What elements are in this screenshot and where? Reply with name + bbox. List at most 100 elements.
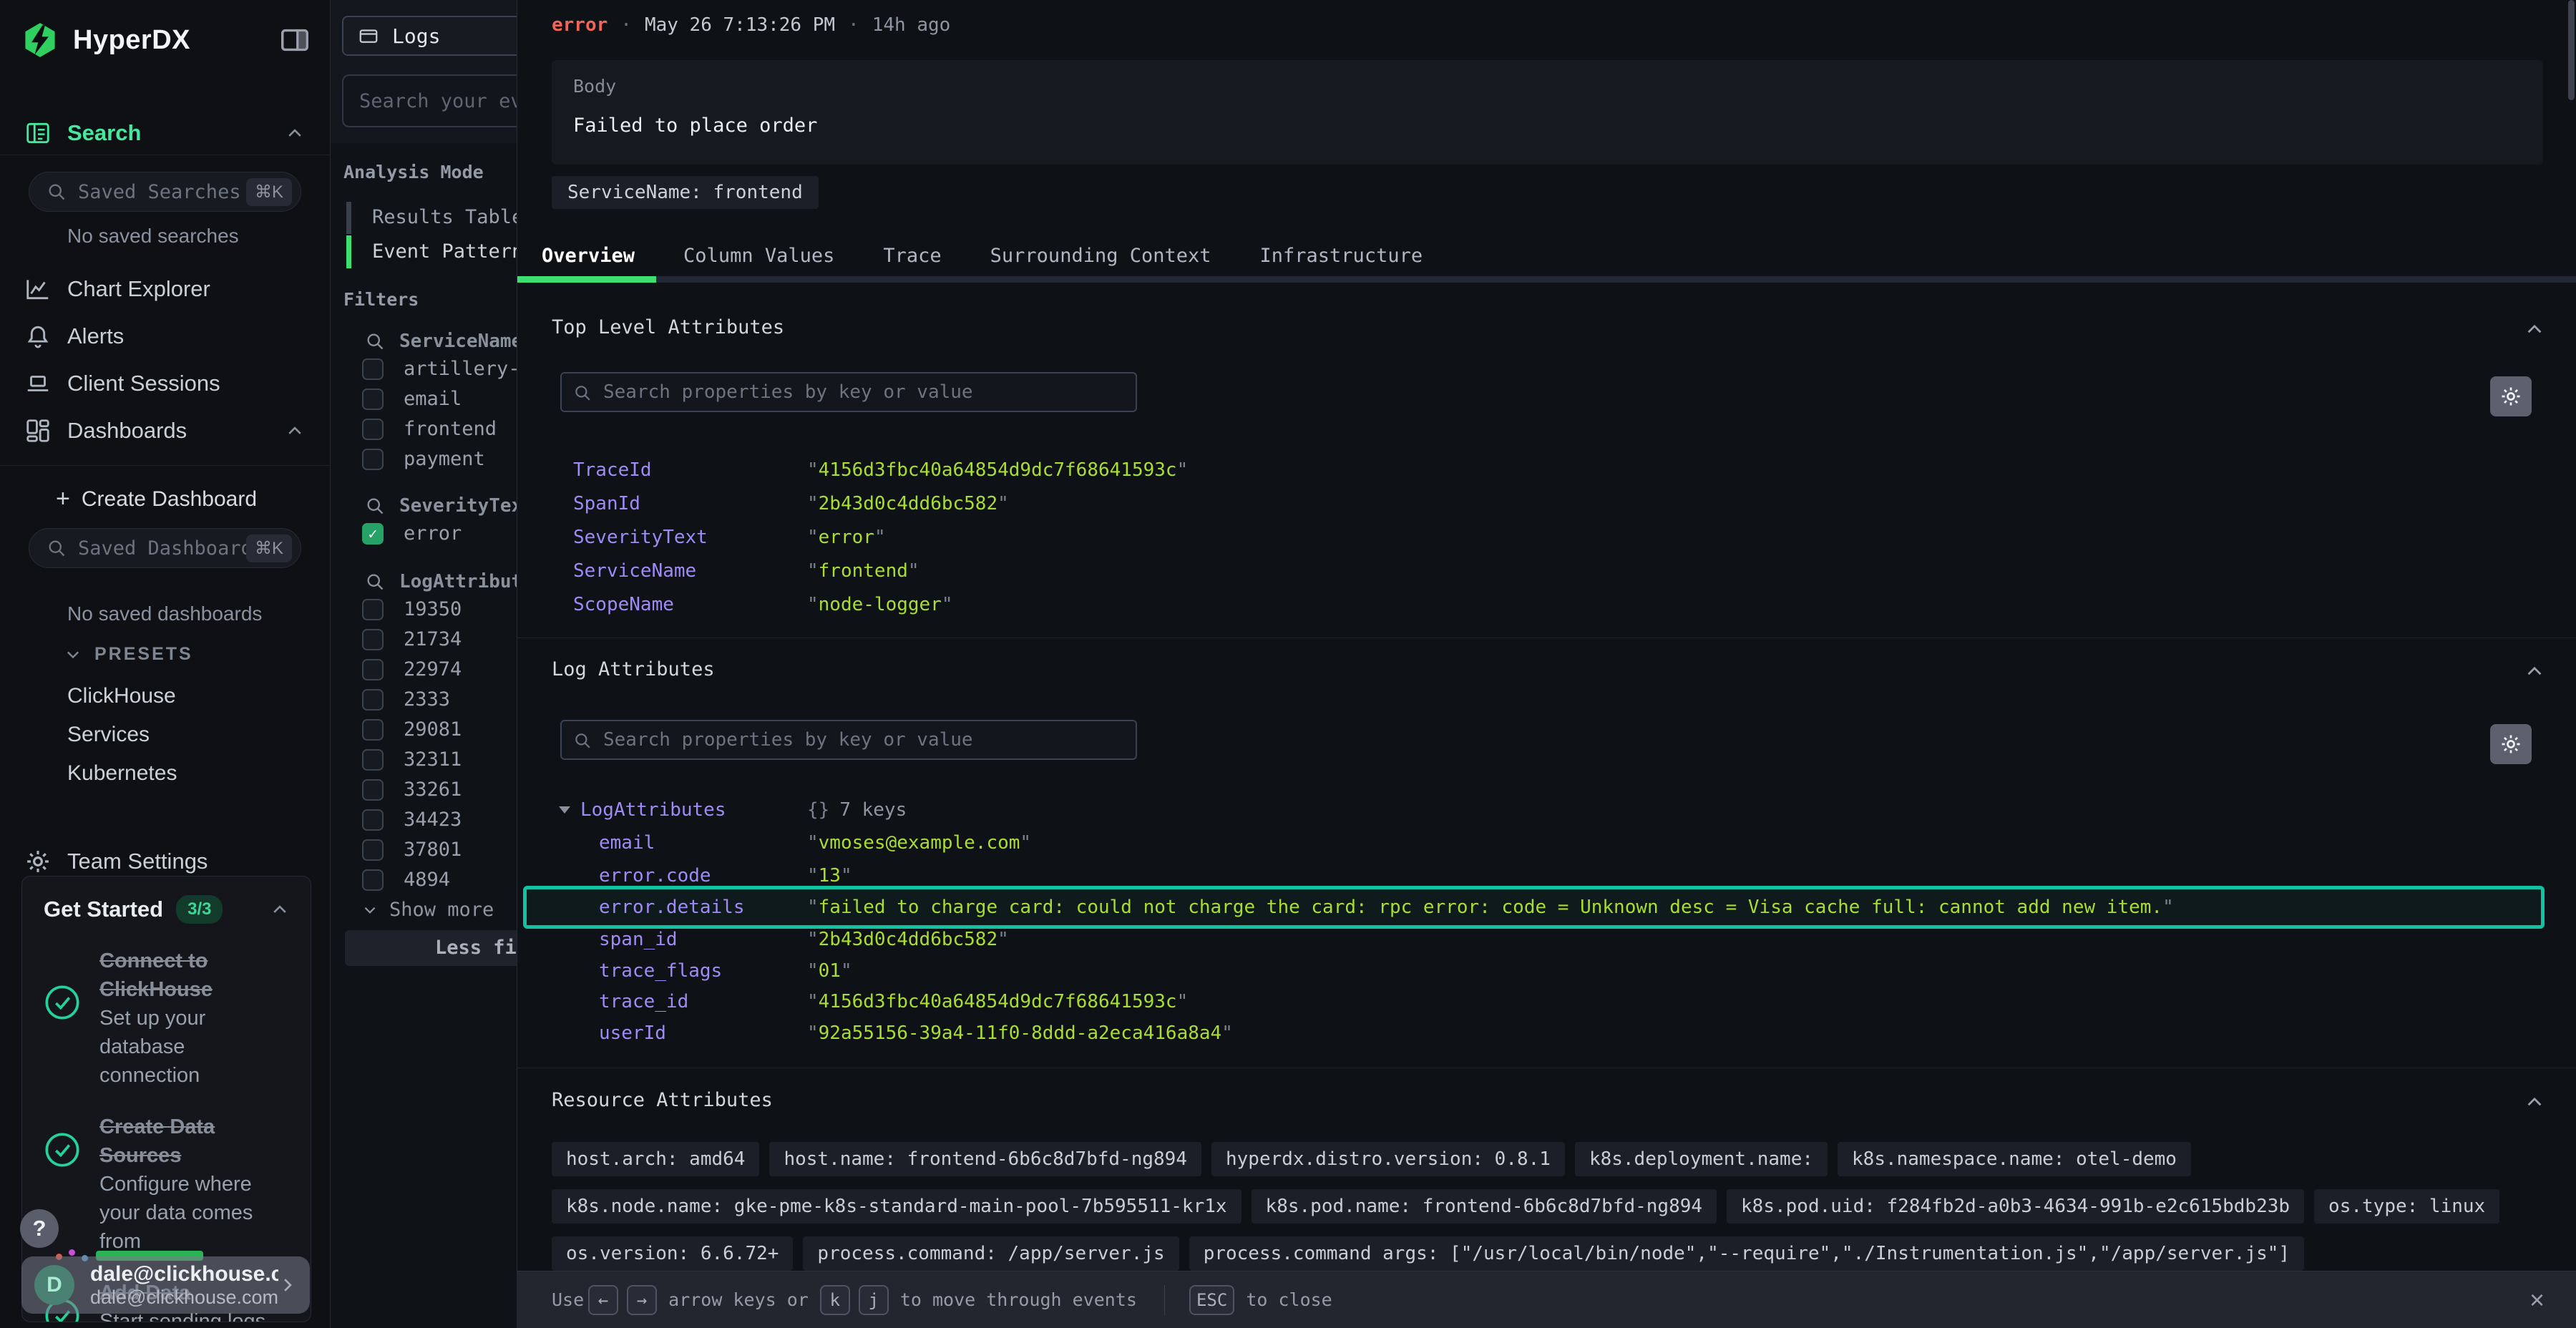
checkbox[interactable] — [362, 389, 384, 410]
log-attributes-search-box[interactable] — [560, 720, 1137, 760]
sidebar-item-search[interactable]: Search — [0, 113, 330, 153]
resource-chip[interactable]: k8s.namespace.name: otel-demo — [1838, 1142, 2191, 1176]
checkbox[interactable] — [362, 869, 384, 891]
top-level-settings-button[interactable] — [2490, 376, 2532, 416]
attr-key[interactable]: userId — [599, 1021, 807, 1045]
filter-option[interactable]: frontend — [362, 418, 497, 440]
resource-chip[interactable]: os.type: linux — [2314, 1189, 2499, 1224]
filter-option[interactable]: artillery-loa — [362, 358, 517, 380]
attr-key[interactable]: ScopeName — [573, 592, 807, 617]
checkbox[interactable] — [362, 599, 384, 620]
checkbox[interactable] — [362, 839, 384, 861]
attr-key[interactable]: SeverityText — [573, 525, 807, 550]
filter-option-error[interactable]: ✓error — [362, 522, 462, 545]
checkbox[interactable] — [362, 419, 384, 440]
filter-group-severitytext[interactable]: SeverityText — [365, 495, 517, 517]
checkbox[interactable] — [362, 629, 384, 650]
attr-value[interactable]: 4156d3fbc40a64854d9dc7f68641593c — [807, 458, 1188, 482]
filter-option[interactable]: 21734 — [362, 628, 462, 650]
filter-option[interactable]: 22974 — [362, 658, 462, 680]
attr-key[interactable]: span_id — [599, 927, 807, 952]
user-account-chip[interactable]: D dale@clickhouse.com dale@clickhouse.co… — [21, 1256, 310, 1314]
filter-option[interactable]: 19350 — [362, 598, 462, 620]
attr-key[interactable]: TraceId — [573, 458, 807, 482]
attr-key[interactable]: trace_flags — [599, 959, 807, 983]
tab-overview[interactable]: Overview — [517, 236, 659, 276]
attr-key[interactable]: error.code — [599, 864, 807, 888]
scrollbar-thumb[interactable] — [2568, 0, 2575, 100]
attr-value[interactable]: frontend — [807, 559, 919, 583]
filter-option[interactable]: 37801 — [362, 839, 462, 861]
collapse-section-icon[interactable] — [2524, 319, 2545, 339]
checkbox[interactable] — [362, 358, 384, 380]
attr-value[interactable]: 2b43d0c4dd6bc582 — [807, 492, 1009, 516]
checkbox[interactable] — [362, 719, 384, 741]
create-dashboard-button[interactable]: + Create Dashboard — [56, 485, 257, 513]
log-attributes-settings-button[interactable] — [2490, 724, 2532, 764]
filter-option[interactable]: 33261 — [362, 778, 462, 801]
tab-infrastructure[interactable]: Infrastructure — [1236, 236, 1448, 276]
checkbox[interactable] — [362, 749, 384, 771]
sidebar-item-alerts[interactable]: Alerts — [0, 316, 330, 356]
event-search-input[interactable] — [343, 76, 517, 126]
attr-value[interactable]: failed to charge card: could not charge … — [807, 895, 2174, 919]
less-filters-button[interactable]: Less filters — [345, 930, 517, 966]
tab-column-values[interactable]: Column Values — [659, 236, 859, 276]
attr-key[interactable]: trace_id — [599, 990, 807, 1014]
onboarding-step-sources[interactable]: Create Data Sources Configure where your… — [44, 1113, 289, 1256]
preset-services[interactable]: Services — [67, 723, 150, 747]
attr-value[interactable]: 2b43d0c4dd6bc582 — [807, 927, 1009, 952]
filter-option[interactable]: 29081 — [362, 718, 462, 741]
preset-kubernetes[interactable]: Kubernetes — [67, 761, 177, 786]
resource-chip[interactable]: os.version: 6.6.72+ — [552, 1236, 793, 1271]
collapse-section-icon[interactable] — [2524, 1092, 2545, 1112]
event-search-box[interactable] — [342, 74, 517, 127]
checkbox[interactable] — [362, 689, 384, 711]
checkbox[interactable] — [362, 659, 384, 680]
resource-chip[interactable]: host.name: frontend-6b6c8d7bfd-ng894 — [769, 1142, 1201, 1176]
resource-chip[interactable]: process.command args: ["/usr/local/bin/n… — [1189, 1236, 2304, 1271]
close-icon[interactable]: × — [2529, 1285, 2545, 1315]
chevron-up-icon[interactable] — [286, 421, 304, 440]
filter-option[interactable]: payment — [362, 448, 485, 470]
get-started-header[interactable]: Get Started 3/3 — [44, 895, 289, 924]
attr-key[interactable]: LogAttributes — [580, 799, 726, 821]
attr-key[interactable]: SpanId — [573, 492, 807, 516]
show-more-toggle[interactable]: Show more — [362, 899, 494, 921]
log-attributes-root[interactable]: LogAttributes — [559, 799, 726, 821]
mode-event-patterns[interactable]: Event Patterns — [372, 240, 517, 263]
checkbox[interactable] — [362, 449, 384, 470]
saved-searches-input[interactable]: Saved Searches ⌘K — [29, 172, 301, 212]
checkbox[interactable] — [362, 779, 384, 801]
attr-value[interactable]: 4156d3fbc40a64854d9dc7f68641593c — [807, 990, 1188, 1014]
attr-key[interactable]: email — [599, 831, 807, 855]
collapse-sidebar-icon[interactable] — [278, 24, 311, 57]
help-button[interactable]: ? — [20, 1209, 59, 1248]
attr-value[interactable]: error — [807, 525, 886, 550]
filter-option[interactable]: email — [362, 388, 462, 410]
source-select-button[interactable]: Logs — [342, 16, 517, 56]
resource-chip[interactable]: k8s.pod.uid: f284fb2d-a0b3-4634-991b-e2c… — [1727, 1189, 2304, 1224]
onboarding-step-connect[interactable]: Connect to ClickHouse Set up your databa… — [44, 947, 289, 1090]
attr-value[interactable]: vmoses@example.com — [807, 831, 1031, 855]
attr-value[interactable]: 13 — [807, 864, 852, 888]
preset-clickhouse[interactable]: ClickHouse — [67, 684, 176, 708]
checkbox[interactable] — [362, 809, 384, 831]
filter-option[interactable]: 34423 — [362, 809, 462, 831]
resource-chip[interactable]: hyperdx.distro.version: 0.8.1 — [1211, 1142, 1565, 1176]
attr-key[interactable]: ServiceName — [573, 559, 807, 583]
top-level-search-box[interactable] — [560, 372, 1137, 412]
collapse-section-icon[interactable] — [2524, 661, 2545, 681]
service-name-chip[interactable]: ServiceName: frontend — [552, 176, 819, 209]
filter-option[interactable]: 4894 — [362, 869, 450, 891]
sidebar-item-chart-explorer[interactable]: Chart Explorer — [0, 269, 330, 309]
filter-option[interactable]: 32311 — [362, 748, 462, 771]
resource-chip[interactable]: process.command: /app/server.js — [803, 1236, 1179, 1271]
chevron-up-icon[interactable] — [286, 124, 304, 142]
resource-chip[interactable]: host.arch: amd64 — [552, 1142, 759, 1176]
log-attributes-search-input[interactable] — [562, 721, 1136, 758]
tab-surrounding-context[interactable]: Surrounding Context — [966, 236, 1236, 276]
sidebar-item-client-sessions[interactable]: Client Sessions — [0, 363, 330, 404]
checkbox-checked[interactable]: ✓ — [362, 523, 384, 545]
resource-chip[interactable]: k8s.node.name: gke-pme-k8s-standard-main… — [552, 1189, 1241, 1224]
